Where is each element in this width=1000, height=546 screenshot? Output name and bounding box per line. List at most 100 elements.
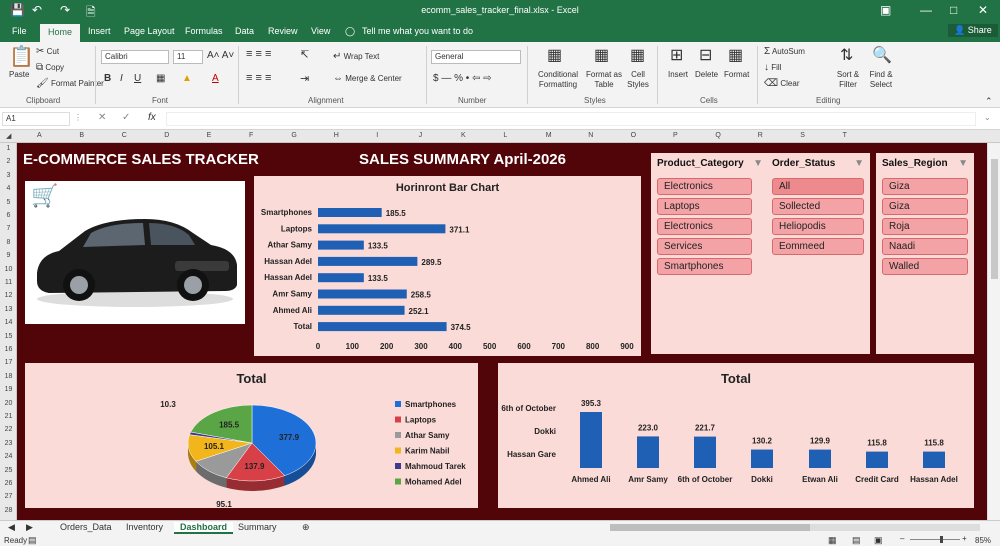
horizontal-scrollbar[interactable] bbox=[610, 524, 980, 531]
paste-icon[interactable]: 📋 bbox=[9, 44, 34, 69]
column-header[interactable]: T bbox=[843, 132, 847, 139]
grow-font-icon[interactable]: A˄ A˅ bbox=[207, 50, 234, 61]
zoom-out-icon[interactable]: – bbox=[900, 534, 904, 543]
row-header[interactable]: 7 bbox=[0, 225, 17, 232]
insert-cells-button[interactable]: Insert bbox=[668, 70, 688, 79]
normal-view-icon[interactable]: ▦ bbox=[828, 535, 837, 546]
font-size-box[interactable]: 11 bbox=[173, 50, 203, 64]
column-header[interactable]: F bbox=[249, 132, 253, 139]
cut-button[interactable]: ✂ Cut bbox=[36, 46, 59, 57]
page-break-view-icon[interactable]: ▣ bbox=[874, 535, 883, 546]
h-scroll-thumb[interactable] bbox=[610, 524, 810, 531]
cell-styles-button[interactable]: Cell Styles bbox=[624, 70, 652, 90]
tab-data[interactable]: Data bbox=[235, 26, 254, 36]
row-header[interactable]: 16 bbox=[0, 346, 17, 353]
row-header[interactable]: 27 bbox=[0, 493, 17, 500]
column-header[interactable]: S bbox=[800, 132, 805, 139]
row-header[interactable]: 12 bbox=[0, 292, 17, 299]
format-table-icon[interactable]: ▦ bbox=[594, 45, 609, 65]
column-header[interactable]: G bbox=[291, 132, 296, 139]
zoom-slider-thumb[interactable] bbox=[940, 536, 943, 543]
paste-button[interactable]: Paste bbox=[9, 70, 29, 79]
format-painter-button[interactable]: 🖌 Format Painter bbox=[36, 78, 104, 89]
row-header[interactable]: 1 bbox=[0, 145, 17, 152]
sort-filter-button[interactable]: Sort & Filter bbox=[833, 70, 863, 90]
fill-color-icon[interactable]: ▲ bbox=[182, 73, 192, 84]
column-header[interactable]: H bbox=[334, 132, 339, 139]
delete-cells-button[interactable]: Delete bbox=[695, 70, 718, 79]
underline-icon[interactable]: U bbox=[134, 73, 141, 84]
column-header[interactable]: M bbox=[546, 132, 552, 139]
conditional-formatting-icon[interactable]: ▦ bbox=[547, 45, 562, 65]
tab-formulas[interactable]: Formulas bbox=[185, 26, 223, 36]
left-align-icon[interactable]: ≡ ≡ ≡ bbox=[246, 72, 271, 84]
column-header[interactable]: B bbox=[79, 132, 84, 139]
sheet-tab-orders-data[interactable]: Orders_Data bbox=[60, 522, 112, 532]
indent-icon[interactable]: ⇥ bbox=[300, 72, 309, 85]
sheet-tab-summary[interactable]: Summary bbox=[238, 522, 277, 532]
tab-insert[interactable]: Insert bbox=[88, 26, 111, 36]
slicer-item[interactable]: All bbox=[772, 178, 864, 195]
font-name-box[interactable]: Calibri bbox=[101, 50, 169, 64]
clear-filter-icon[interactable]: ▼ bbox=[753, 158, 763, 169]
column-header[interactable]: O bbox=[631, 132, 636, 139]
column-header[interactable]: A bbox=[37, 132, 42, 139]
zoom-slider[interactable] bbox=[910, 536, 960, 543]
format-as-table-button[interactable]: Format as Table bbox=[584, 70, 624, 90]
page-layout-view-icon[interactable]: ▤ bbox=[852, 535, 861, 546]
sheet-tab-inventory[interactable]: Inventory bbox=[126, 522, 163, 532]
tab-view[interactable]: View bbox=[311, 26, 330, 36]
row-header[interactable]: 14 bbox=[0, 319, 17, 326]
tab-file[interactable]: File bbox=[12, 26, 27, 36]
slicer-item[interactable]: Walled bbox=[882, 258, 968, 275]
column-header[interactable]: J bbox=[419, 132, 423, 139]
slicer-item[interactable]: Giza bbox=[882, 178, 968, 195]
row-header[interactable]: 20 bbox=[0, 400, 17, 407]
row-header[interactable]: 21 bbox=[0, 413, 17, 420]
tab-review[interactable]: Review bbox=[268, 26, 298, 36]
tab-page-layout[interactable]: Page Layout bbox=[124, 26, 175, 36]
orientation-icon[interactable]: ↸ bbox=[300, 48, 309, 61]
expand-formula-icon[interactable]: ⌄ bbox=[984, 113, 991, 122]
row-header[interactable]: 4 bbox=[0, 185, 17, 192]
font-color-icon[interactable]: A bbox=[212, 73, 219, 84]
row-header[interactable]: 11 bbox=[0, 279, 17, 286]
tab-home[interactable]: Home bbox=[40, 24, 81, 42]
slicer-item[interactable]: Giza bbox=[882, 198, 968, 215]
column-header[interactable]: C bbox=[122, 132, 127, 139]
collapse-ribbon-icon[interactable]: ⌃ bbox=[985, 96, 993, 107]
cancel-icon[interactable]: ✕ bbox=[98, 112, 106, 123]
borders-icon[interactable]: ▦ bbox=[156, 73, 165, 84]
enter-icon[interactable]: ✓ bbox=[122, 112, 130, 123]
scroll-thumb[interactable] bbox=[991, 159, 998, 279]
minimize-icon[interactable]: — bbox=[920, 3, 932, 17]
row-header[interactable]: 9 bbox=[0, 252, 17, 259]
wrap-text-button[interactable]: ↵ Wrap Text bbox=[333, 51, 379, 62]
column-header[interactable]: R bbox=[758, 132, 763, 139]
formula-input[interactable] bbox=[166, 112, 976, 126]
column-header[interactable]: E bbox=[207, 132, 212, 139]
merge-center-button[interactable]: ⇔ Merge & Center bbox=[333, 73, 402, 84]
delete-cells-icon[interactable]: ⊟ bbox=[699, 45, 712, 65]
number-format-box[interactable]: General bbox=[431, 50, 521, 64]
row-header[interactable]: 2 bbox=[0, 158, 17, 165]
conditional-formatting-button[interactable]: Conditional Formatting bbox=[535, 70, 581, 90]
row-header[interactable]: 6 bbox=[0, 212, 17, 219]
row-header[interactable]: 23 bbox=[0, 440, 17, 447]
copy-button[interactable]: ⧉ Copy bbox=[36, 62, 64, 73]
row-header[interactable]: 10 bbox=[0, 266, 17, 273]
insert-function-button[interactable]: fx bbox=[148, 112, 156, 123]
column-header[interactable]: K bbox=[461, 132, 466, 139]
next-sheet-icon[interactable]: ▶ bbox=[26, 522, 33, 533]
ribbon-options-icon[interactable]: ▣ bbox=[880, 3, 891, 17]
slicer-item[interactable]: Roja bbox=[882, 218, 968, 235]
row-header[interactable]: 19 bbox=[0, 386, 17, 393]
clear-button[interactable]: ⌫ Clear bbox=[764, 78, 800, 89]
row-header[interactable]: 28 bbox=[0, 507, 17, 514]
row-header[interactable]: 25 bbox=[0, 467, 17, 474]
clear-filter-icon[interactable]: ▼ bbox=[854, 158, 864, 169]
row-header[interactable]: 22 bbox=[0, 426, 17, 433]
row-header[interactable]: 26 bbox=[0, 480, 17, 487]
row-header[interactable]: 5 bbox=[0, 199, 17, 206]
clear-filter-icon[interactable]: ▼ bbox=[958, 158, 968, 169]
